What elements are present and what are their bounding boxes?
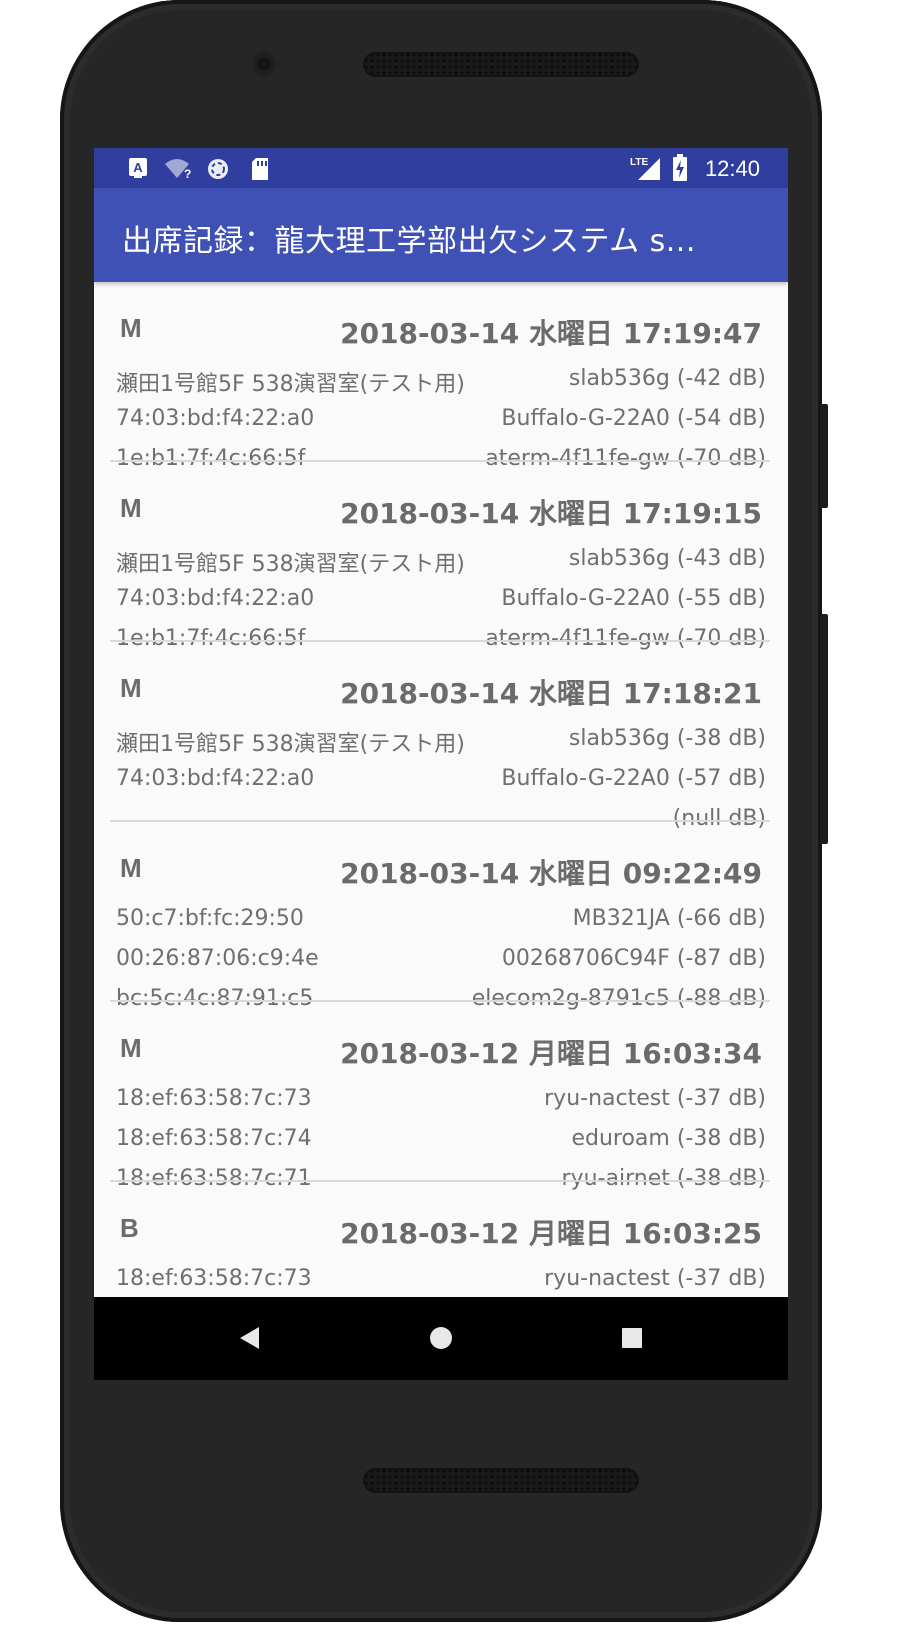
record-ssid-signal: eduroam (-38 dB): [571, 1126, 766, 1151]
record-header: M 2018-03-14 水曜日 09:22:49: [94, 822, 788, 902]
record-row: 瀬田1号館5F 538演習室(テスト用) slab536g (-43 dB): [94, 538, 788, 578]
record-ssid-signal: ryu-nactest (-37 dB): [544, 1266, 766, 1291]
record-row: 00:26:87:06:c9:4e 00268706C94F (-87 dB): [94, 938, 788, 978]
record-bssid: 74:03:bd:f4:22:a0: [116, 766, 315, 791]
record-datetime: 2018-03-14 水曜日 17:19:15: [340, 497, 762, 530]
record-type: M: [120, 493, 142, 523]
battery-charging-icon: [672, 154, 688, 186]
record-bssid: 00:26:87:06:c9:4e: [116, 946, 319, 971]
record-type: M: [120, 853, 142, 883]
record-bssid: 18:ef:63:58:7c:73: [116, 1086, 312, 1111]
record-item[interactable]: M 2018-03-14 水曜日 17:18:21 瀬田1号館5F 538演習室…: [94, 642, 788, 831]
record-item[interactable]: M 2018-03-14 水曜日 17:19:47 瀬田1号館5F 538演習室…: [94, 282, 788, 471]
record-ssid-signal: 00268706C94F (-87 dB): [501, 946, 766, 971]
power-button: [820, 404, 828, 508]
record-type: M: [120, 313, 142, 343]
status-bar: A ? LTE 12:40: [94, 148, 788, 188]
record-header: B 2018-03-12 月曜日 16:03:25: [94, 1182, 788, 1262]
record-bssid: 18:ef:63:58:7c:74: [116, 1126, 312, 1151]
status-time: 12:40: [704, 156, 760, 181]
record-header: M 2018-03-14 水曜日 17:19:47: [94, 282, 788, 362]
svg-text:?: ?: [184, 167, 191, 179]
record-ssid-signal: ryu-nactest (-37 dB): [544, 1086, 766, 1111]
record-header: M 2018-03-14 水曜日 17:18:21: [94, 642, 788, 722]
app-title: 出席記録：龍大理工学部出欠システム s...: [122, 224, 696, 259]
record-location: 瀬田1号館5F 538演習室(テスト用): [116, 372, 465, 397]
record-type: B: [120, 1213, 139, 1243]
record-ssid-signal: Buffalo-G-22A0 (-57 dB): [501, 766, 766, 791]
record-type: M: [120, 673, 142, 703]
record-header: M 2018-03-12 月曜日 16:03:34: [94, 1002, 788, 1082]
record-row: 18:ef:63:58:7c:74 eduroam (-38 dB): [94, 1118, 788, 1158]
record-row: 瀬田1号館5F 538演習室(テスト用) slab536g (-38 dB): [94, 718, 788, 758]
record-datetime: 2018-03-14 水曜日 17:19:47: [340, 317, 762, 350]
record-row: 瀬田1号館5F 538演習室(テスト用) slab536g (-42 dB): [94, 358, 788, 398]
record-row: 74:03:bd:f4:22:a0 Buffalo-G-22A0 (-55 dB…: [94, 578, 788, 618]
record-ssid-signal: MB321JA (-66 dB): [572, 906, 766, 931]
volume-rocker: [820, 614, 828, 844]
record-row: 74:03:bd:f4:22:a0 Buffalo-G-22A0 (-54 dB…: [94, 398, 788, 438]
screen: A ? LTE 12:40 出席記録：龍大理工学部出欠システム s... M 2…: [94, 148, 788, 1380]
recents-button[interactable]: [582, 1297, 682, 1380]
back-icon: [240, 1327, 259, 1349]
record-datetime: 2018-03-14 水曜日 17:18:21: [340, 677, 762, 710]
lte-signal-icon: LTE: [630, 154, 662, 186]
record-ssid-signal: slab536g (-43 dB): [568, 546, 766, 571]
record-ssid-signal: Buffalo-G-22A0 (-54 dB): [501, 406, 766, 431]
record-bssid: 50:c7:bf:fc:29:50: [116, 906, 304, 931]
app-bar: 出席記録：龍大理工学部出欠システム s...: [94, 188, 788, 282]
record-datetime: 2018-03-12 月曜日 16:03:34: [340, 1037, 762, 1070]
record-ssid-signal: Buffalo-G-22A0 (-55 dB): [501, 586, 766, 611]
record-item[interactable]: B 2018-03-12 月曜日 16:03:25 18:ef:63:58:7c…: [94, 1182, 788, 1297]
record-ssid-signal: slab536g (-42 dB): [568, 366, 766, 391]
record-datetime: 2018-03-12 月曜日 16:03:25: [340, 1217, 762, 1250]
record-row: 50:c7:bf:fc:29:50 MB321JA (-66 dB): [94, 898, 788, 938]
home-button[interactable]: [391, 1297, 491, 1380]
top-speaker: [363, 52, 639, 77]
record-ssid-signal: slab536g (-38 dB): [568, 726, 766, 751]
record-bssid: 74:03:bd:f4:22:a0: [116, 586, 315, 611]
record-header: M 2018-03-14 水曜日 17:19:15: [94, 462, 788, 542]
record-item[interactable]: M 2018-03-14 水曜日 17:19:15 瀬田1号館5F 538演習室…: [94, 462, 788, 651]
sync-icon: [206, 157, 230, 185]
front-camera: [252, 52, 276, 76]
record-item[interactable]: M 2018-03-14 水曜日 09:22:49 50:c7:bf:fc:29…: [94, 822, 788, 1011]
bottom-speaker: [363, 1468, 639, 1493]
attendance-record-list[interactable]: M 2018-03-14 水曜日 17:19:47 瀬田1号館5F 538演習室…: [94, 282, 788, 1297]
record-row: 74:03:bd:f4:22:a0 Buffalo-G-22A0 (-57 dB…: [94, 758, 788, 798]
home-icon: [430, 1327, 452, 1349]
a-notification-icon: A: [128, 157, 148, 183]
svg-text:A: A: [133, 160, 143, 175]
record-item[interactable]: M 2018-03-12 月曜日 16:03:34 18:ef:63:58:7c…: [94, 1002, 788, 1191]
back-button[interactable]: [200, 1297, 300, 1380]
record-location: 瀬田1号館5F 538演習室(テスト用): [116, 552, 465, 577]
lte-label: LTE: [630, 157, 648, 168]
record-bssid: 74:03:bd:f4:22:a0: [116, 406, 315, 431]
record-location: 瀬田1号館5F 538演習室(テスト用): [116, 732, 465, 757]
navigation-bar: [94, 1297, 788, 1380]
recents-icon: [622, 1328, 642, 1348]
wifi-unknown-icon: ?: [164, 157, 192, 183]
record-datetime: 2018-03-14 水曜日 09:22:49: [340, 857, 762, 890]
record-bssid: 18:ef:63:58:7c:73: [116, 1266, 312, 1291]
record-row: 18:ef:63:58:7c:73 ryu-nactest (-37 dB): [94, 1078, 788, 1118]
sd-card-icon: [250, 157, 270, 185]
record-type: M: [120, 1033, 142, 1063]
record-row: 18:ef:63:58:7c:73 ryu-nactest (-37 dB): [94, 1258, 788, 1297]
